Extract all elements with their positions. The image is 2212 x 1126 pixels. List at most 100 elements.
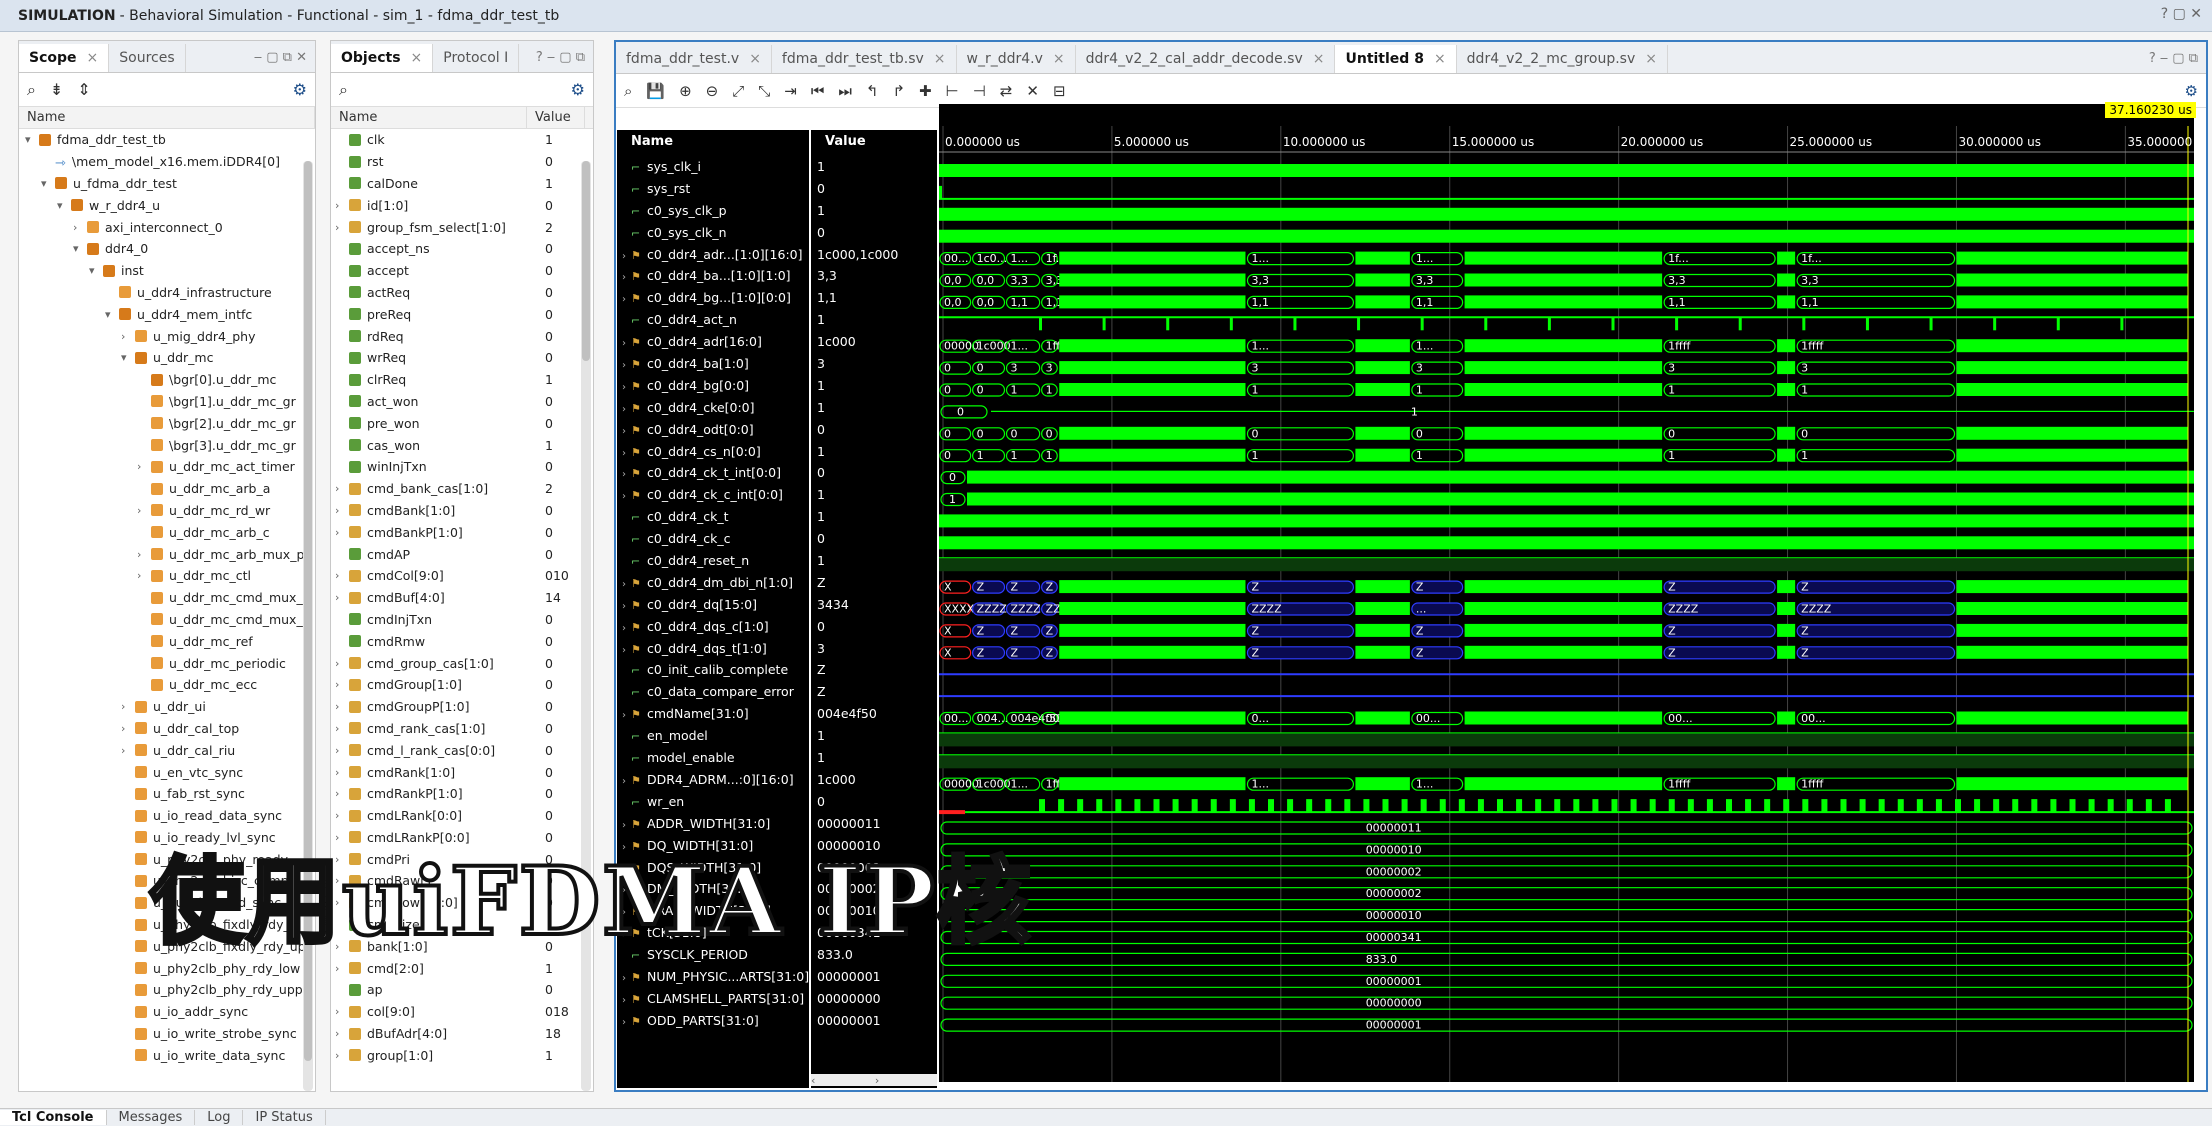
scope-tree-item[interactable]: ▾ u_ddr_mc xyxy=(19,347,315,369)
wave-value-header[interactable]: Value xyxy=(811,130,937,154)
object-row[interactable]: › cmd_bank_cas[1:0] 2 xyxy=(331,478,593,500)
object-row[interactable]: ap 0 xyxy=(331,979,593,1001)
column-name[interactable]: Name xyxy=(331,107,527,128)
editor-tab[interactable]: fdma_ddr_test.v × xyxy=(616,45,772,73)
object-row[interactable]: › cmdBuf[4:0] 14 xyxy=(331,587,593,609)
expand-icon[interactable]: › xyxy=(617,355,631,375)
expand-icon[interactable]: › xyxy=(617,705,631,725)
scope-tree-item[interactable]: › u_ddr_mc_act_timer xyxy=(19,456,315,478)
expand-icon[interactable]: › xyxy=(335,504,349,517)
expand-all-icon[interactable]: ⇕ xyxy=(77,80,90,99)
expand-icon[interactable]: › xyxy=(335,1005,349,1018)
column-name[interactable]: Name xyxy=(19,107,315,128)
expand-icon[interactable]: › xyxy=(617,246,631,266)
scope-tree-item[interactable]: u_ddr_mc_arb_a xyxy=(19,478,315,500)
scope-tree-item[interactable]: › u_ddr_mc_arb_mux_p xyxy=(19,543,315,565)
scope-tree-item[interactable]: u_ddr_mc_ref xyxy=(19,630,315,652)
expand-icon[interactable]: ▾ xyxy=(57,199,71,212)
wave-signal-row[interactable]: › ⚑ c0_ddr4_bg...[1:0][0:0] xyxy=(617,287,809,309)
object-row[interactable]: preReq 0 xyxy=(331,303,593,325)
object-row[interactable]: › cmdGroup[1:0] 0 xyxy=(331,674,593,696)
object-row[interactable]: actReq 0 xyxy=(331,282,593,304)
window-controls[interactable]: ? ▢ ✕ xyxy=(2161,6,2202,22)
bottom-tab[interactable]: Tcl Console xyxy=(0,1110,107,1125)
wave-hscroll[interactable]: ‹ › xyxy=(811,1074,937,1087)
expand-icon[interactable]: › xyxy=(335,809,349,822)
expand-icon[interactable]: › xyxy=(137,548,151,561)
scope-tree-item[interactable]: u_ddr_mc_arb_c xyxy=(19,521,315,543)
bottom-tab[interactable]: Log xyxy=(195,1110,244,1125)
gear-icon[interactable]: ⚙ xyxy=(571,80,585,99)
wave-signal-row[interactable]: ⌐ sys_rst xyxy=(617,178,809,200)
wave-signal-row[interactable]: ⌐ model_enable xyxy=(617,747,809,769)
next-transition-icon[interactable]: ↱ xyxy=(892,82,905,100)
expand-icon[interactable]: › xyxy=(335,526,349,539)
editor-tab[interactable]: w_r_ddr4.v × xyxy=(957,45,1076,73)
object-row[interactable]: clrReq 1 xyxy=(331,369,593,391)
object-row[interactable]: rst 0 xyxy=(331,151,593,173)
object-row[interactable]: accept 0 xyxy=(331,260,593,282)
search-icon[interactable]: ⌕ xyxy=(339,80,348,100)
wave-signal-row[interactable]: › ⚑ c0_ddr4_bg[0:0] xyxy=(617,375,809,397)
expand-icon[interactable]: › xyxy=(617,289,631,309)
scope-tree-item[interactable]: u_ddr_mc_periodic xyxy=(19,652,315,674)
tab-sources[interactable]: Sources xyxy=(109,44,186,72)
delete-marker-icon[interactable]: ✕ xyxy=(1026,82,1039,100)
wave-signal-row[interactable]: ⌐ c0_sys_clk_n xyxy=(617,222,809,244)
wave-signal-row[interactable]: › ⚑ c0_ddr4_ck_t_int[0:0] xyxy=(617,462,809,484)
scope-tree-item[interactable]: ▾ u_fdma_ddr_test xyxy=(19,173,315,195)
scope-tree-item[interactable]: ▾ fdma_ddr_test_tb xyxy=(19,129,315,151)
object-row[interactable]: act_won 0 xyxy=(331,391,593,413)
expand-icon[interactable]: › xyxy=(335,657,349,670)
scope-tree-item[interactable]: u_io_write_strobe_sync xyxy=(19,1023,315,1045)
wave-signal-row[interactable]: ⌐ c0_sys_clk_p xyxy=(617,200,809,222)
scope-tree-item[interactable]: u_ddr_mc_cmd_mux_ xyxy=(19,609,315,631)
object-row[interactable]: › id[1:0] 0 xyxy=(331,194,593,216)
wave-signal-row[interactable]: › ⚑ c0_ddr4_ck_c_int[0:0] xyxy=(617,484,809,506)
expand-icon[interactable]: › xyxy=(73,221,87,234)
expand-icon[interactable]: › xyxy=(617,443,631,463)
object-row[interactable]: › col[9:0] 018 xyxy=(331,1001,593,1023)
object-row[interactable]: accept_ns 0 xyxy=(331,238,593,260)
scope-tree-item[interactable]: ▾ ddr4_0 xyxy=(19,238,315,260)
object-row[interactable]: › cmdLRank[0:0] 0 xyxy=(331,805,593,827)
editor-tab[interactable]: ddr4_v2_2_mc_group.sv × xyxy=(1457,45,1668,73)
prev-transition-icon[interactable]: ↰ xyxy=(866,82,879,100)
object-row[interactable]: › cmdGroupP[1:0] 0 xyxy=(331,696,593,718)
expand-icon[interactable]: ▾ xyxy=(121,351,135,364)
expand-icon[interactable]: › xyxy=(617,1012,631,1032)
close-icon[interactable]: × xyxy=(1434,51,1446,67)
object-row[interactable]: pre_won 0 xyxy=(331,412,593,434)
expand-icon[interactable]: › xyxy=(617,399,631,419)
marker-icon[interactable]: ⇥ xyxy=(784,82,797,100)
wave-signal-row[interactable]: › ⚑ c0_ddr4_dqs_c[1:0] xyxy=(617,616,809,638)
scope-tree-item[interactable]: \bgr[0].u_ddr_mc xyxy=(19,369,315,391)
expand-icon[interactable]: › xyxy=(335,1049,349,1062)
wave-signal-row[interactable]: ⌐ c0_ddr4_ck_c xyxy=(617,528,809,550)
expand-icon[interactable]: › xyxy=(617,968,631,988)
expand-icon[interactable]: › xyxy=(617,421,631,441)
object-row[interactable]: › group_fsm_select[1:0] 2 xyxy=(331,216,593,238)
scope-tree-item[interactable]: \bgr[1].u_ddr_mc_gr xyxy=(19,391,315,413)
expand-icon[interactable]: › xyxy=(137,504,151,517)
expand-icon[interactable]: › xyxy=(121,722,135,735)
object-row[interactable]: › cmdCol[9:0] 010 xyxy=(331,565,593,587)
zoom-fit-icon[interactable]: ⤢ xyxy=(732,82,744,100)
expand-icon[interactable]: › xyxy=(121,700,135,713)
object-row[interactable]: › dBufAdr[4:0] 18 xyxy=(331,1023,593,1045)
tab-scope[interactable]: Scope × xyxy=(19,44,110,72)
scope-tree-item[interactable]: ▾ w_r_ddr4_u xyxy=(19,194,315,216)
expand-icon[interactable]: › xyxy=(617,486,631,506)
swap-cursors-icon[interactable]: ⇄ xyxy=(1000,82,1013,100)
object-row[interactable]: cmdInjTxn 0 xyxy=(331,609,593,631)
go-to-cursor-icon[interactable]: ⤡ xyxy=(758,82,770,100)
column-value[interactable]: Value xyxy=(527,107,585,128)
object-row[interactable]: › cmd_group_cas[1:0] 0 xyxy=(331,652,593,674)
wave-signal-row[interactable]: › ⚑ c0_ddr4_adr[16:0] xyxy=(617,331,809,353)
panel-controls[interactable]: ‒ ▢ ⧉ ✕ xyxy=(246,44,315,72)
expand-icon[interactable]: › xyxy=(335,569,349,582)
search-icon[interactable]: ⌕ xyxy=(624,82,632,100)
expand-icon[interactable]: › xyxy=(137,460,151,473)
editor-tab[interactable]: fdma_ddr_test_tb.sv × xyxy=(772,45,957,73)
expand-icon[interactable]: › xyxy=(335,766,349,779)
